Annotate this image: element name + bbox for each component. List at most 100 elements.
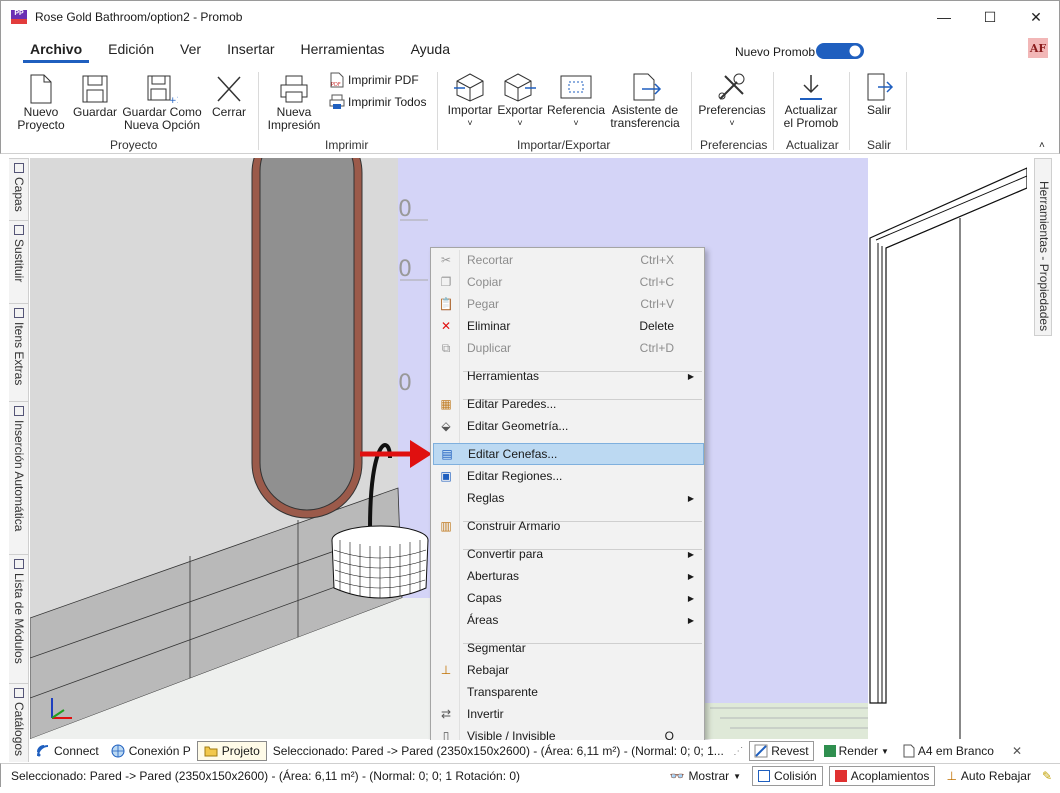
- svg-text:0: 0: [398, 257, 412, 282]
- exportar-button[interactable]: Exportar ˅: [497, 72, 543, 130]
- ctx-item-label: Pegar: [467, 297, 500, 311]
- salir-button[interactable]: Salir: [857, 72, 901, 117]
- ctx-item-transparente[interactable]: Transparente: [433, 681, 704, 703]
- menu-insertar[interactable]: Insertar: [214, 32, 287, 66]
- auto-rebajar-button[interactable]: ⊥ Auto Rebajar: [941, 766, 1036, 786]
- tab-catalogos-label: Catálogos: [12, 702, 26, 757]
- module-list-icon: [14, 559, 24, 569]
- ctx-item-label: Rebajar: [467, 663, 510, 677]
- ctx-item-label: Editar Cenefas...: [468, 447, 558, 461]
- ribbon: Nuevo Proyecto Guardar +1 Guardar Como N…: [0, 66, 1060, 154]
- submenu-arrow-icon: ▶: [687, 571, 694, 581]
- cerrar-button[interactable]: Cerrar: [207, 74, 251, 119]
- duplicate-icon: ⧉: [441, 340, 451, 355]
- tab-insercion-automatica-label: Inserción Automática: [12, 420, 26, 532]
- close-x-icon: [217, 76, 241, 102]
- importar-button[interactable]: Importar ˅: [445, 72, 495, 130]
- tab-connect[interactable]: Connect: [30, 741, 105, 761]
- ctx-item-aberturas[interactable]: Aberturas ▶: [433, 565, 704, 587]
- ctx-item-copiar[interactable]: ❐ Copiar Ctrl+C: [433, 271, 704, 293]
- ribbon-collapse-icon[interactable]: ˄: [1039, 140, 1045, 151]
- acoplamientos-button[interactable]: Acoplamientos: [828, 766, 936, 786]
- asistente-button[interactable]: Asistente de transferencia: [609, 72, 681, 130]
- replace-icon: [14, 225, 24, 235]
- ctx-item-editar-cenefas[interactable]: ▤ Editar Cenefas...: [433, 443, 704, 465]
- referencia-button[interactable]: Referencia ˅: [547, 72, 605, 130]
- render-dropdown-icon[interactable]: ▼: [881, 747, 889, 756]
- ctx-item-reglas[interactable]: Reglas ▶: [433, 487, 704, 509]
- cerrar-label: Cerrar: [211, 105, 246, 119]
- nuevo-proyecto-button[interactable]: Nuevo Proyecto: [15, 74, 67, 132]
- tab-insercion-automatica[interactable]: Inserción Automática: [9, 401, 29, 551]
- ctx-item-shortcut: Ctrl+V: [640, 297, 674, 311]
- ctx-item-editar-regiones[interactable]: ▣ Editar Regiones...: [433, 465, 704, 487]
- guardar-como-button[interactable]: +1 Guardar Como Nueva Opción: [121, 74, 203, 132]
- menu-archivo[interactable]: Archivo: [17, 32, 95, 66]
- grip-icon: ⋰: [733, 745, 744, 757]
- tab-sustituir[interactable]: Sustituir: [9, 220, 29, 296]
- ctx-item-herramientas[interactable]: Herramientas ▶: [433, 365, 704, 387]
- ctx-item-label: Reglas: [467, 491, 505, 505]
- ribbon-separator: [691, 72, 692, 150]
- submenu-arrow-icon: ▶: [687, 615, 694, 625]
- ctx-item-editar-paredes[interactable]: ▦ Editar Paredes...: [433, 393, 704, 415]
- brush-icon[interactable]: ✎: [1042, 769, 1052, 783]
- tab-itens-extras-label: Itens Extras: [12, 322, 26, 386]
- close-button[interactable]: ✕: [1013, 1, 1059, 33]
- tab-catalogos[interactable]: Catálogos: [9, 683, 29, 762]
- nueva-impresion-button[interactable]: Nueva Impresión: [265, 74, 323, 132]
- preferencias-button[interactable]: Preferencias ˅: [697, 72, 767, 130]
- a4-button[interactable]: A4 em Branco: [899, 741, 998, 761]
- tab-conexion-p-label: Conexión P: [128, 744, 191, 758]
- maximize-button[interactable]: ☐: [967, 1, 1013, 33]
- menu-edicion[interactable]: Edición: [95, 32, 167, 66]
- group-preferencias-label: Preferencias: [700, 138, 768, 152]
- ctx-item-capas[interactable]: Capas ▶: [433, 587, 704, 609]
- tab-lista-modulos-label: Lista de Módulos: [12, 573, 26, 664]
- ctx-item-eliminar[interactable]: ✕ Eliminar Delete: [433, 315, 704, 337]
- ctx-item-invertir[interactable]: ⇄ Invertir: [433, 703, 704, 725]
- tab-capas[interactable]: Capas: [9, 158, 29, 218]
- guardar-button[interactable]: Guardar: [71, 74, 119, 119]
- tab-itens-extras[interactable]: Itens Extras: [9, 303, 29, 393]
- ctx-item-construir-armario[interactable]: ▥ Construir Armario: [433, 515, 704, 537]
- mostrar-button[interactable]: 👓 Mostrar ▼: [664, 766, 746, 786]
- tab-lista-modulos[interactable]: Lista de Módulos: [9, 554, 29, 672]
- minimize-button[interactable]: —: [921, 1, 967, 33]
- ctx-item-label: Aberturas: [467, 569, 520, 583]
- ribbon-separator: [906, 72, 907, 150]
- ctx-item-pegar[interactable]: 📋 Pegar Ctrl+V: [433, 293, 704, 315]
- import-icon: [454, 73, 484, 102]
- docbar-close-icon[interactable]: ✕: [1004, 744, 1030, 758]
- ctx-item-label: Eliminar: [467, 319, 511, 333]
- ctx-item-duplicar[interactable]: ⧉ Duplicar Ctrl+D: [433, 337, 704, 359]
- revest-button[interactable]: Revest: [749, 741, 814, 761]
- ctx-item-label: Áreas: [467, 613, 499, 627]
- nuevo-promob-toggle[interactable]: [816, 43, 864, 59]
- colision-button[interactable]: Colisión: [752, 766, 823, 786]
- ctx-item-recortar[interactable]: ✂ Recortar Ctrl+X: [433, 249, 704, 271]
- ctx-item-rebajar[interactable]: ⊥ Rebajar: [433, 659, 704, 681]
- ctx-item-label: Transparente: [467, 685, 538, 699]
- render-button[interactable]: Render ▼: [820, 741, 893, 761]
- actualizar-button[interactable]: Actualizar el Promob: [779, 72, 843, 130]
- tab-herramientas-propiedades[interactable]: Herramientas - Propiedades: [1034, 158, 1052, 336]
- tab-projeto[interactable]: Projeto: [196, 741, 267, 761]
- ctx-item-shortcut: Ctrl+D: [639, 341, 674, 355]
- imprimir-pdf-button[interactable]: PDF Imprimir PDF: [329, 72, 419, 88]
- blank-icon: [436, 490, 456, 506]
- ctx-item-areas[interactable]: Áreas ▶: [433, 609, 704, 631]
- imprimir-todos-button[interactable]: Imprimir Todos: [329, 94, 426, 110]
- menu-herramientas[interactable]: Herramientas: [288, 32, 398, 66]
- user-avatar[interactable]: AF: [1028, 38, 1048, 58]
- ctx-item-convertir-para[interactable]: Convertir para ▶: [433, 543, 704, 565]
- revest-label: Revest: [771, 744, 809, 758]
- ctx-item-shortcut: Ctrl+C: [639, 275, 674, 289]
- ctx-item-editar-geometria[interactable]: ⬙ Editar Geometría...: [433, 415, 704, 437]
- menu-ayuda[interactable]: Ayuda: [398, 32, 463, 66]
- ctx-item-segmentar[interactable]: Segmentar: [433, 637, 704, 659]
- regions-icon: ▣: [440, 469, 452, 483]
- menu-ver[interactable]: Ver: [167, 32, 214, 66]
- tab-connect-label: Connect: [54, 744, 99, 758]
- tab-conexion-p[interactable]: Conexión P: [105, 741, 197, 761]
